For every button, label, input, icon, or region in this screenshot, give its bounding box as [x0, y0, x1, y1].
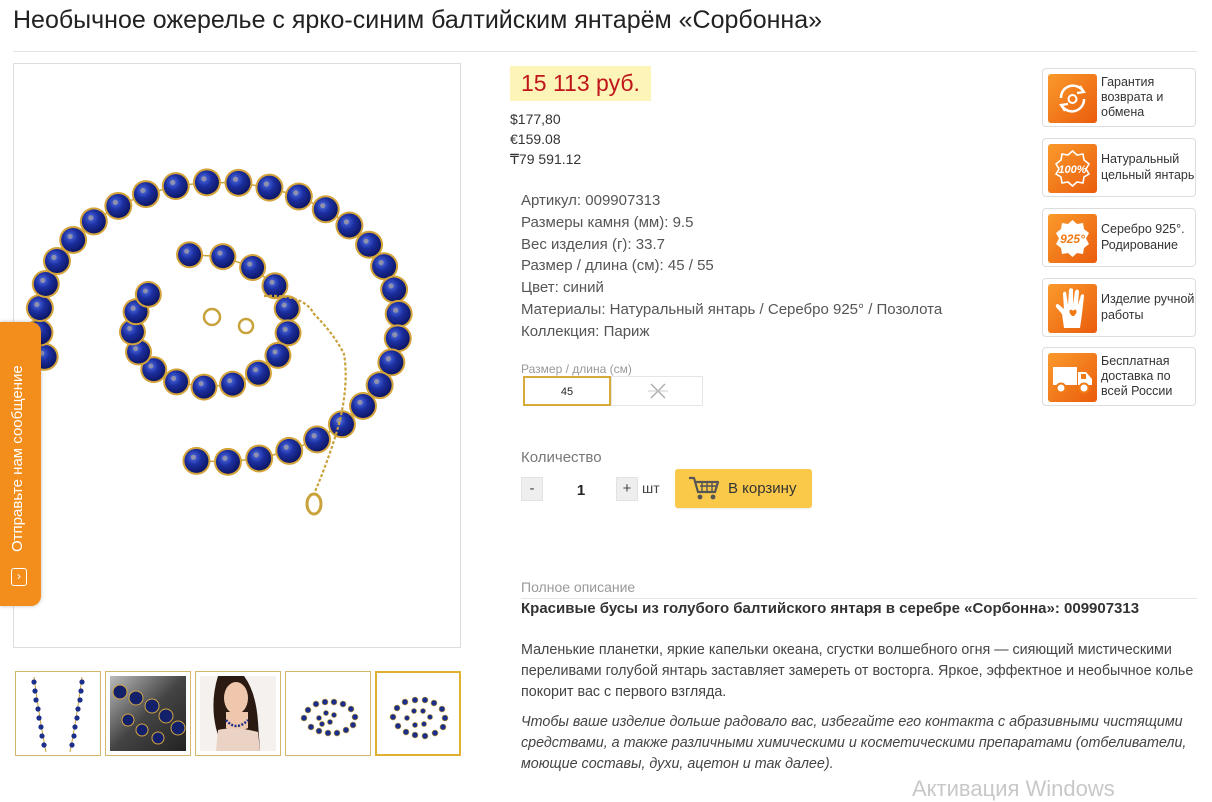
add-to-cart-button[interactable]: В корзину: [675, 469, 812, 508]
price-kzt: ₸79 591.12: [510, 151, 582, 167]
thumbnail-3[interactable]: [195, 671, 281, 756]
spec-value: Натуральный янтарь / Серебро 925° / Позо…: [609, 300, 943, 318]
thumbnail-4[interactable]: [285, 671, 371, 756]
page-title: Необычное ожерелье с ярко-синим балтийск…: [13, 6, 823, 34]
product-specs: Артикул: 009907313 Размеры камня (мм): 9…: [521, 190, 942, 343]
quantity-increase-button[interactable]: +: [616, 477, 638, 501]
windows-activation-watermark: Активация Windows: [912, 776, 1115, 801]
spec-value: 9.5: [672, 213, 694, 231]
spec-value: синий: [562, 279, 604, 297]
badge-text: Гарантия возврата и обмена: [1101, 74, 1164, 120]
size-selector-label: Размер / длина (см): [521, 362, 632, 376]
thumbnail-5-image: [389, 696, 449, 740]
spec-label: Размер / длина (см):: [521, 257, 664, 275]
silver-925-icon: 925°: [1056, 220, 1089, 257]
svg-text:925°: 925°: [1060, 232, 1085, 246]
spec-row-length: Размер / длина (см): 45 / 55: [521, 255, 942, 277]
spec-row-article: Артикул: 009907313: [521, 190, 942, 212]
badge-silver-925[interactable]: 925° Серебро 925°. Родирование: [1042, 208, 1196, 267]
description-divider: [521, 598, 1197, 599]
spec-value: 45 / 55: [667, 257, 714, 275]
quantity-input[interactable]: [552, 477, 610, 503]
main-product-image[interactable]: [13, 63, 461, 648]
cross-icon: [648, 383, 668, 399]
handmade-icon: [1055, 288, 1084, 328]
spec-label: Размеры камня (мм):: [521, 213, 669, 231]
feedback-tab[interactable]: Отправьте нам сообщение ›: [0, 322, 41, 606]
thumbnail-1[interactable]: [15, 671, 101, 756]
cart-icon: [689, 476, 720, 500]
quantity-unit: шт: [642, 480, 660, 496]
chevron-right-icon: ›: [11, 568, 27, 586]
currency-list: $177,80 €159.08 ₸79 591.12: [510, 109, 581, 169]
spec-value: Париж: [603, 322, 650, 340]
badge-handmade[interactable]: Изделие ручной работы: [1042, 278, 1196, 337]
full-description-label: Полное описание: [521, 579, 636, 595]
badge-return-exchange[interactable]: Гарантия возврата и обмена: [1042, 68, 1196, 127]
thumbnail-2-image: [110, 676, 186, 751]
title-divider: [13, 51, 1197, 52]
size-option-unavailable[interactable]: [611, 376, 703, 406]
add-to-cart-label: В корзину: [728, 480, 797, 497]
spec-row-materials: Материалы: Натуральный янтарь / Серебро …: [521, 299, 942, 321]
spec-label: Вес изделия (г):: [521, 235, 632, 253]
necklace-image: [25, 168, 413, 516]
thumbnail-1-image: [31, 676, 85, 753]
badge-text: Серебро 925°. Родирование: [1101, 222, 1185, 252]
badge-natural-amber[interactable]: 100% Натуральный цельный янтарь: [1042, 138, 1196, 197]
delivery-truck-icon: [1053, 367, 1092, 394]
thumbnail-2[interactable]: [105, 671, 191, 756]
thumbnail-4-image: [300, 698, 359, 737]
spec-row-weight: Вес изделия (г): 33.7: [521, 234, 942, 256]
badge-free-delivery[interactable]: Бесплатная доставка по всей России: [1042, 347, 1196, 406]
spec-label: Артикул:: [521, 192, 582, 209]
spec-row-stone-size: Размеры камня (мм): 9.5: [521, 212, 942, 234]
spec-value: 33.7: [635, 235, 665, 253]
spec-label: Коллекция:: [521, 322, 600, 340]
care-instructions: Чтобы ваше изделие дольше радовало вас, …: [521, 714, 1187, 772]
description-heading: Красивые бусы из голубого балтийского ян…: [521, 600, 1140, 617]
product-price: 15 113 руб.: [510, 66, 651, 101]
spec-value: 009907313: [585, 192, 661, 209]
spec-row-collection: Коллекция: Париж: [521, 321, 942, 343]
description-paragraph: Маленькие планетки, яркие капельки океан…: [521, 642, 1194, 700]
feedback-tab-label: Отправьте нам сообщение: [9, 365, 26, 552]
price-eur: €159.08: [510, 131, 561, 147]
spec-label: Цвет:: [521, 279, 559, 297]
price-usd: $177,80: [510, 111, 561, 127]
badge-text: Натуральный цельный янтарь: [1101, 152, 1195, 182]
thumbnail-5[interactable]: [375, 671, 461, 756]
natural-amber-icon: 100%: [1054, 149, 1091, 188]
quantity-label: Количество: [521, 449, 602, 466]
badge-text: Изделие ручной работы: [1101, 292, 1195, 322]
quantity-decrease-button[interactable]: -: [521, 477, 543, 501]
spec-row-color: Цвет: синий: [521, 277, 942, 299]
badge-text: Бесплатная доставка по всей России: [1101, 353, 1173, 399]
svg-text:100%: 100%: [1058, 164, 1086, 176]
thumbnail-3-image: [200, 676, 276, 751]
spec-label: Материалы:: [521, 300, 606, 318]
return-exchange-icon: [1059, 84, 1086, 113]
size-option-45[interactable]: 45: [523, 376, 611, 406]
